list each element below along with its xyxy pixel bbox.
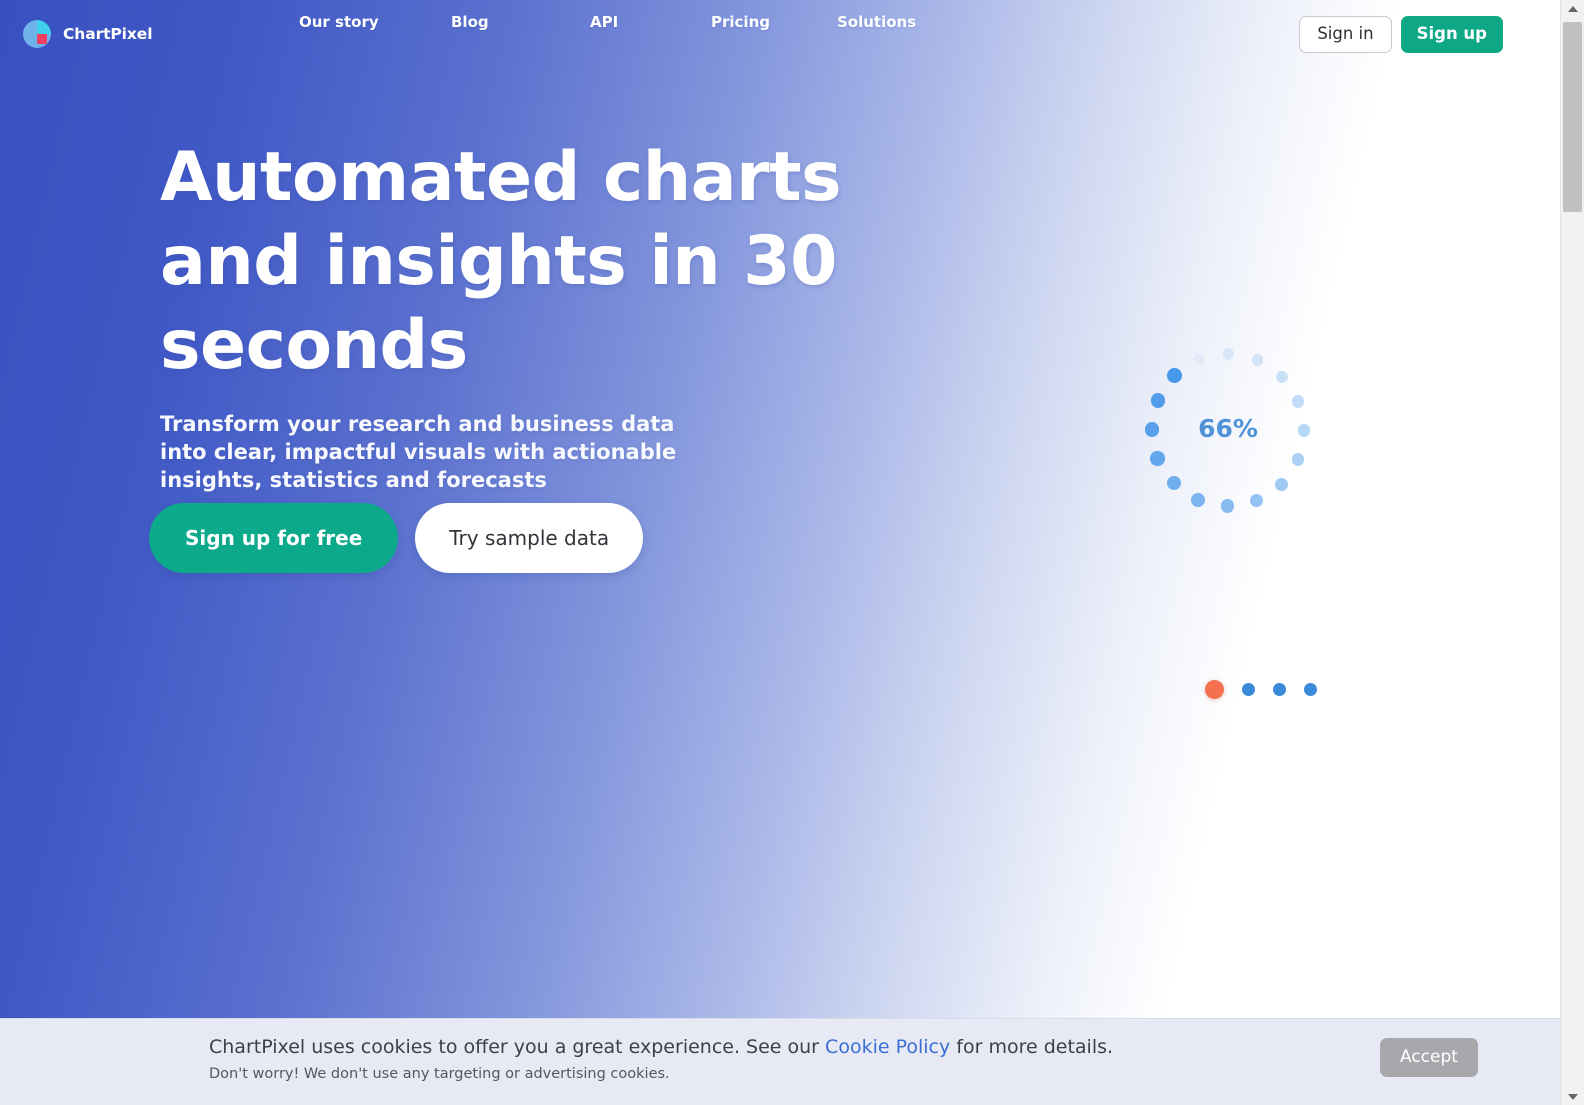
spinner-dot bbox=[1191, 493, 1206, 507]
carousel-pagination-dots bbox=[1205, 680, 1317, 699]
sign-up-for-free-button[interactable]: Sign up for free bbox=[149, 503, 399, 573]
hero-headline: Automated charts and insights in 30 seco… bbox=[160, 138, 842, 385]
chevron-down-icon bbox=[1567, 1093, 1578, 1100]
nav-link-solutions[interactable]: Solutions bbox=[837, 13, 916, 31]
cookie-text-after-link: for more details. bbox=[950, 1036, 1114, 1058]
cookie-main-message: ChartPixel uses cookies to offer you a g… bbox=[209, 1034, 1113, 1060]
top-navigation-bar: ChartPixel Our story Blog API Pricing So… bbox=[0, 0, 1560, 68]
carousel-dot-3[interactable] bbox=[1273, 683, 1286, 696]
spinner-percent-label: 66% bbox=[1198, 414, 1258, 443]
carousel-dot-1[interactable] bbox=[1205, 680, 1224, 699]
carousel-dot-4[interactable] bbox=[1304, 683, 1317, 696]
brand-logo-link[interactable]: ChartPixel bbox=[20, 17, 153, 51]
scrollbar-up-arrow-button[interactable] bbox=[1561, 0, 1584, 17]
scrollbar-thumb[interactable] bbox=[1563, 22, 1582, 212]
page-canvas: ChartPixel Our story Blog API Pricing So… bbox=[0, 0, 1560, 1105]
spinner-dot bbox=[1166, 476, 1181, 491]
sign-up-button[interactable]: Sign up bbox=[1400, 16, 1503, 54]
progress-spinner: 66% bbox=[1128, 330, 1328, 530]
spinner-dot bbox=[1276, 370, 1289, 383]
chevron-up-icon bbox=[1567, 5, 1578, 12]
spinner-dot bbox=[1194, 354, 1206, 366]
hero-cta-group: Sign up for free Try sample data bbox=[149, 503, 644, 573]
spinner-dot bbox=[1220, 499, 1235, 513]
spinner-dot bbox=[1274, 477, 1288, 491]
nav-link-api[interactable]: API bbox=[590, 13, 618, 31]
auth-buttons-group: Sign in Sign up bbox=[1299, 16, 1503, 54]
hero-subheadline: Transform your research and business dat… bbox=[160, 412, 677, 492]
spinner-dot bbox=[1223, 348, 1235, 360]
browser-scrollbar[interactable] bbox=[1560, 0, 1584, 1105]
spinner-dot bbox=[1150, 451, 1165, 466]
scrollbar-down-arrow-button[interactable] bbox=[1561, 1088, 1584, 1105]
nav-link-pricing[interactable]: Pricing bbox=[711, 13, 770, 31]
cookie-accept-button[interactable]: Accept bbox=[1380, 1038, 1478, 1077]
nav-link-our-story[interactable]: Our story bbox=[299, 13, 379, 31]
spinner-dot bbox=[1251, 354, 1264, 366]
hero-copy-block: Automated charts and insights in 30 seco… bbox=[160, 136, 970, 494]
cookie-text-before-link: ChartPixel uses cookies to offer you a g… bbox=[209, 1036, 826, 1058]
browser-viewport: ChartPixel Our story Blog API Pricing So… bbox=[0, 0, 1584, 1105]
cookie-policy-link[interactable]: Cookie Policy bbox=[825, 1036, 950, 1058]
sign-in-button[interactable]: Sign in bbox=[1299, 16, 1392, 54]
spinner-dot bbox=[1249, 493, 1264, 508]
cookie-consent-banner: ChartPixel uses cookies to offer you a g… bbox=[0, 1018, 1560, 1105]
try-sample-data-button[interactable]: Try sample data bbox=[415, 503, 644, 573]
nav-link-blog[interactable]: Blog bbox=[451, 13, 489, 31]
spinner-dot bbox=[1150, 392, 1166, 408]
spinner-dot bbox=[1291, 453, 1305, 466]
carousel-dot-2[interactable] bbox=[1242, 683, 1255, 696]
brand-name-text: ChartPixel bbox=[63, 25, 153, 43]
spinner-dot bbox=[1167, 368, 1183, 384]
pie-chart-logo-icon bbox=[23, 20, 51, 48]
spinner-dot bbox=[1292, 395, 1305, 408]
cookie-text-block: ChartPixel uses cookies to offer you a g… bbox=[209, 1034, 1113, 1085]
cookie-sub-message: Don't worry! We don't use any targeting … bbox=[209, 1066, 670, 1082]
